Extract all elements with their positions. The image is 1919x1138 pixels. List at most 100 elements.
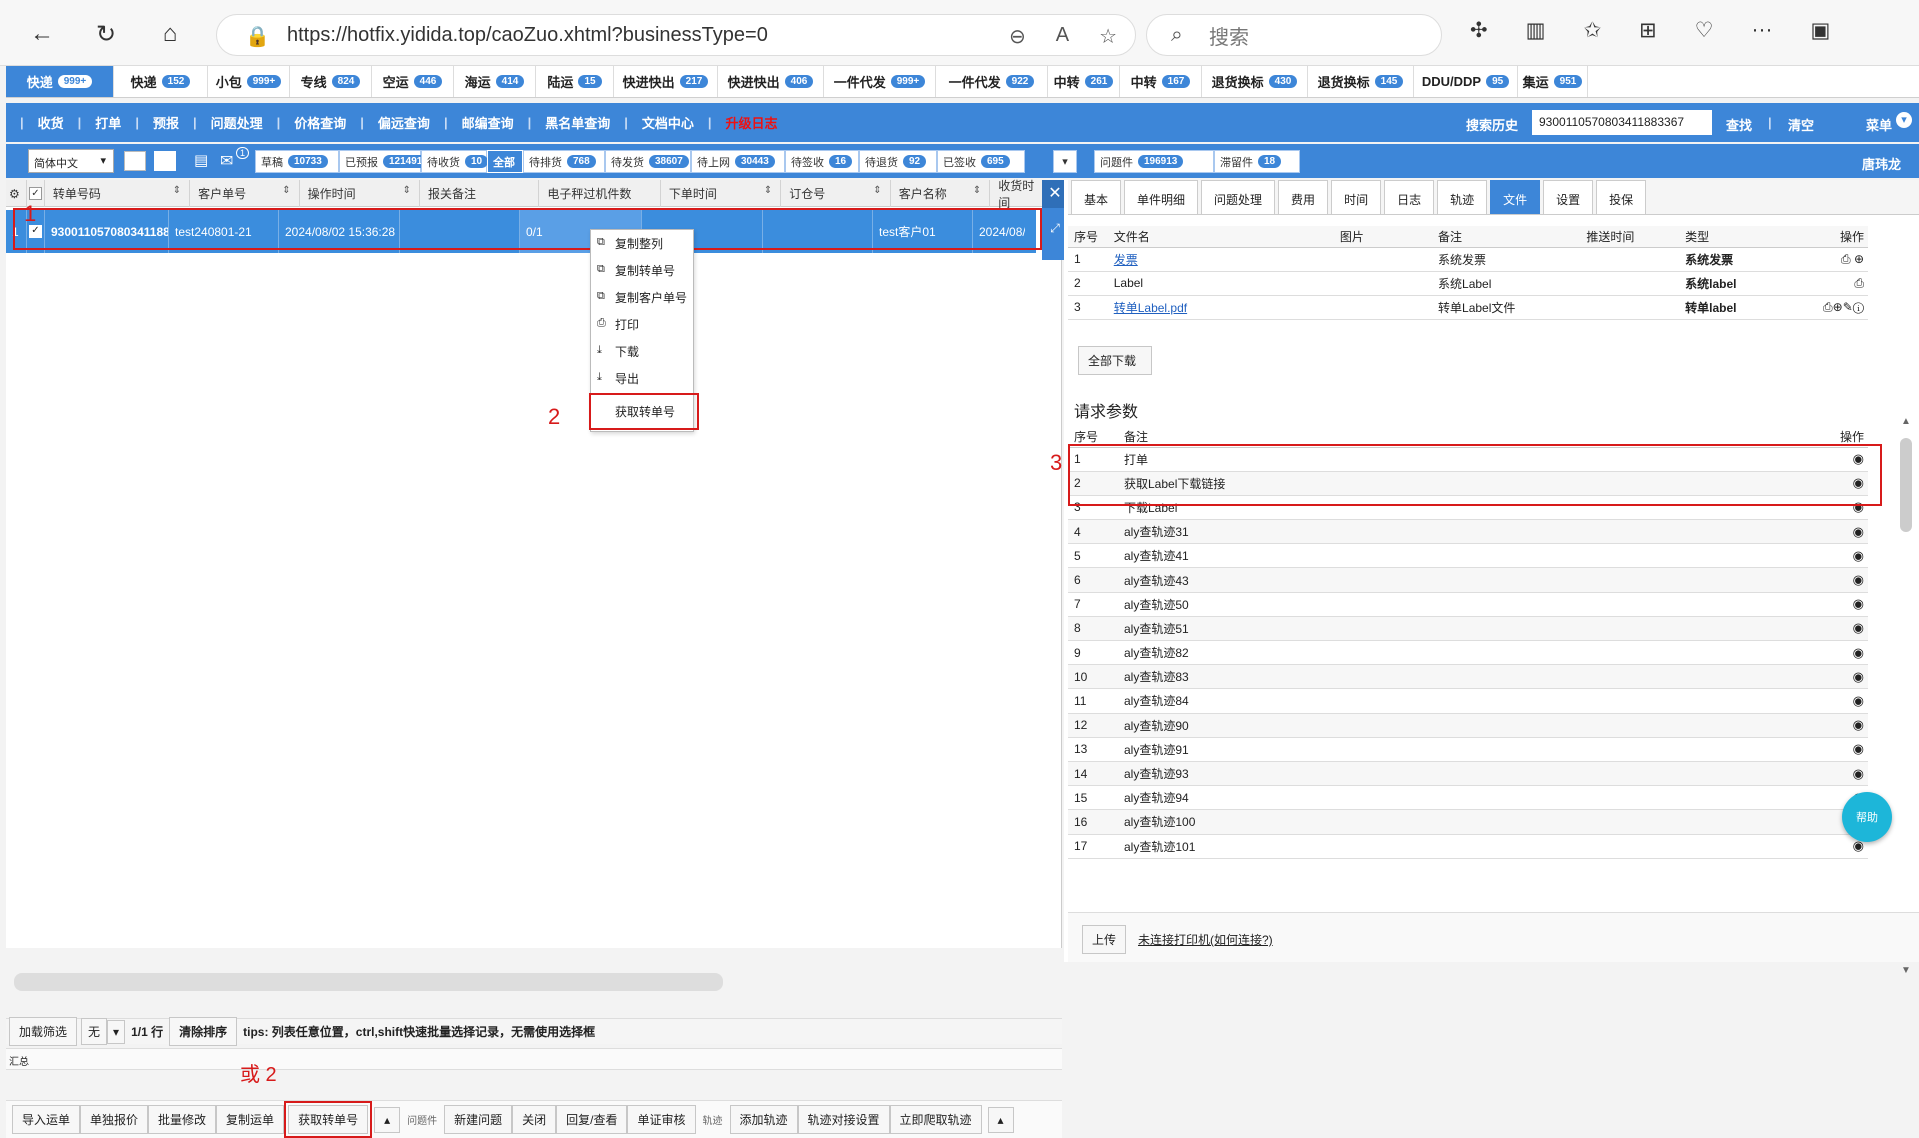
menu-button[interactable]: 菜单: [1866, 115, 1892, 134]
view-icon[interactable]: ◉: [1853, 741, 1864, 756]
detail-tab-6[interactable]: 轨迹: [1437, 180, 1488, 214]
layout-wide-icon[interactable]: [154, 151, 176, 171]
menu-docs[interactable]: 文档中心: [642, 113, 694, 132]
status-filter-0[interactable]: 草稿 10733: [255, 150, 339, 173]
detail-tab-5[interactable]: 日志: [1384, 180, 1435, 214]
col-order-time[interactable]: 下单时间 ⇕: [661, 180, 782, 207]
status-filter-3[interactable]: 全部: [487, 150, 523, 173]
tab-5[interactable]: 海运 414: [454, 66, 536, 97]
print-icon[interactable]: ⎙: [1841, 252, 1851, 266]
menu-price[interactable]: 价格查询: [294, 113, 346, 132]
tab-13[interactable]: 退货换标 430: [1202, 66, 1308, 97]
context-print[interactable]: ⎙ 打印: [591, 311, 693, 338]
browser-search-input[interactable]: ⌕ 搜索: [1146, 14, 1442, 56]
favorite-icon[interactable]: ☆: [1099, 24, 1117, 49]
edit-icon[interactable]: ✎: [1843, 300, 1853, 314]
view-icon[interactable]: ◉: [1853, 693, 1864, 708]
find-button[interactable]: 查找: [1726, 115, 1752, 134]
split-screen-icon[interactable]: ▥: [1526, 18, 1546, 43]
status-filter-2[interactable]: 待收货 10: [421, 150, 489, 173]
menu-remote[interactable]: 偏远查询: [378, 113, 430, 132]
import-waybill-button[interactable]: 导入运单: [12, 1105, 81, 1134]
menu-upgrade-log[interactable]: 升级日志: [726, 113, 778, 132]
download-all-button[interactable]: 全部下载: [1078, 346, 1152, 375]
batch-edit-button[interactable]: 批量修改: [148, 1105, 217, 1134]
print-icon[interactable]: ⎙: [1823, 300, 1833, 314]
col-scale-count[interactable]: 电子秤过机件数: [539, 180, 661, 207]
view-icon[interactable]: ◉: [1853, 669, 1864, 684]
print-icon[interactable]: ⎙: [1854, 276, 1864, 290]
track-more-icon[interactable]: ▴: [987, 1106, 1014, 1133]
tab-7[interactable]: 快进快出 217: [614, 66, 718, 97]
copy-waybill-button[interactable]: 复制运单: [216, 1105, 285, 1134]
status-filter-5[interactable]: 待发货 38607: [605, 150, 691, 173]
filter-dropdown-icon[interactable]: ▾: [107, 1019, 126, 1044]
tab-11[interactable]: 中转 261: [1048, 66, 1120, 97]
menu-zip[interactable]: 邮编查询: [462, 113, 514, 132]
info-icon[interactable]: ⓘ: [1853, 300, 1864, 314]
vertical-scrollbar[interactable]: ▲ ▼: [1900, 416, 1912, 976]
detail-tab-2[interactable]: 问题处理: [1201, 180, 1276, 214]
load-filter-button[interactable]: 加载筛选: [9, 1017, 78, 1046]
tab-15[interactable]: DDU/DDP 95: [1414, 66, 1518, 97]
crawl-track-button[interactable]: 立即爬取轨迹: [889, 1105, 982, 1134]
url-text[interactable]: https://hotfix.yidida.top/caoZuo.xhtml?b…: [287, 24, 768, 47]
extensions-icon[interactable]: ✣: [1470, 18, 1488, 43]
col-customer-no[interactable]: 客户单号 ⇕: [190, 180, 300, 207]
layout-single-icon[interactable]: [124, 151, 146, 171]
tab-14[interactable]: 退货换标 145: [1308, 66, 1414, 97]
context-download[interactable]: ⤓ 下载: [591, 338, 693, 365]
single-quote-button[interactable]: 单独报价: [80, 1105, 149, 1134]
detail-tab-9[interactable]: 投保: [1596, 180, 1647, 214]
context-copy-customer-no[interactable]: ⧉ 复制客户单号: [591, 284, 693, 311]
tracking-search-input[interactable]: 9300110570803411883367: [1532, 110, 1712, 135]
status-filter-9[interactable]: 已签收 695: [937, 150, 1025, 173]
col-operation-time[interactable]: 操作时间 ⇕: [300, 180, 420, 207]
clear-button[interactable]: 清空: [1788, 115, 1814, 134]
new-issue-button[interactable]: 新建问题: [444, 1105, 513, 1134]
menu-issue[interactable]: 问题处理: [211, 113, 263, 132]
view-icon[interactable]: ◉: [1853, 645, 1864, 660]
close-issue-button[interactable]: 关闭: [512, 1105, 557, 1134]
menu-print[interactable]: 打单: [95, 113, 121, 132]
menu-chevron-icon[interactable]: ▾: [1896, 112, 1912, 128]
menu-forecast[interactable]: 预报: [153, 113, 179, 132]
context-export[interactable]: ⤓ 导出: [591, 365, 693, 392]
col-customer-name[interactable]: 客户名称 ⇕: [891, 180, 991, 207]
view-icon[interactable]: ◉: [1853, 766, 1864, 781]
detail-tab-3[interactable]: 费用: [1278, 180, 1329, 214]
view-icon[interactable]: ◉: [1853, 596, 1864, 611]
tab-6[interactable]: 陆运 15: [536, 66, 614, 97]
detail-tab-1[interactable]: 单件明细: [1124, 180, 1199, 214]
document-review-button[interactable]: 单证审核: [627, 1105, 696, 1134]
address-bar[interactable]: 🔒 https://hotfix.yidida.top/caoZuo.xhtml…: [216, 14, 1136, 56]
tab-4[interactable]: 空运 446: [372, 66, 454, 97]
tab-8[interactable]: 快进快出 406: [718, 66, 824, 97]
col-tracking-no[interactable]: 转单号码 ⇕: [45, 180, 191, 207]
upload-button[interactable]: 上传: [1082, 925, 1127, 954]
status-filter-6[interactable]: 待上网 30443: [691, 150, 785, 173]
help-button[interactable]: 帮助: [1842, 792, 1892, 842]
sidebar-icon[interactable]: ▣: [1810, 18, 1830, 43]
issue-filter-1[interactable]: 滞留件 18: [1214, 150, 1300, 173]
back-icon[interactable]: ←: [24, 16, 60, 52]
horizontal-scrollbar[interactable]: [14, 973, 723, 991]
tab-9[interactable]: 一件代发 999+: [824, 66, 936, 97]
status-more-dropdown[interactable]: ▾: [1053, 150, 1077, 173]
search-history[interactable]: 搜索历史: [1466, 115, 1518, 134]
tab-1[interactable]: 快递 152: [114, 66, 208, 97]
download-icon[interactable]: ⊕: [1833, 300, 1843, 314]
language-select[interactable]: 简体中文: [28, 149, 114, 173]
issue-filter-0[interactable]: 问题件 196913: [1094, 150, 1214, 173]
home-icon[interactable]: ⌂: [152, 16, 188, 52]
reply-view-button[interactable]: 回复/查看: [556, 1105, 628, 1134]
collections-icon[interactable]: ⊞: [1639, 18, 1657, 43]
view-icon[interactable]: ◉: [1853, 524, 1864, 539]
file-link-transfer-label[interactable]: 转单Label.pdf: [1114, 301, 1187, 315]
tab-3[interactable]: 专线 824: [290, 66, 372, 97]
health-icon[interactable]: ♡: [1695, 18, 1714, 43]
context-get-tracking-number[interactable]: 获取转单号: [589, 393, 699, 430]
tab-10[interactable]: 一件代发 922: [936, 66, 1048, 97]
view-icon[interactable]: ◉: [1853, 620, 1864, 635]
tab-16[interactable]: 集运 951: [1518, 66, 1588, 97]
